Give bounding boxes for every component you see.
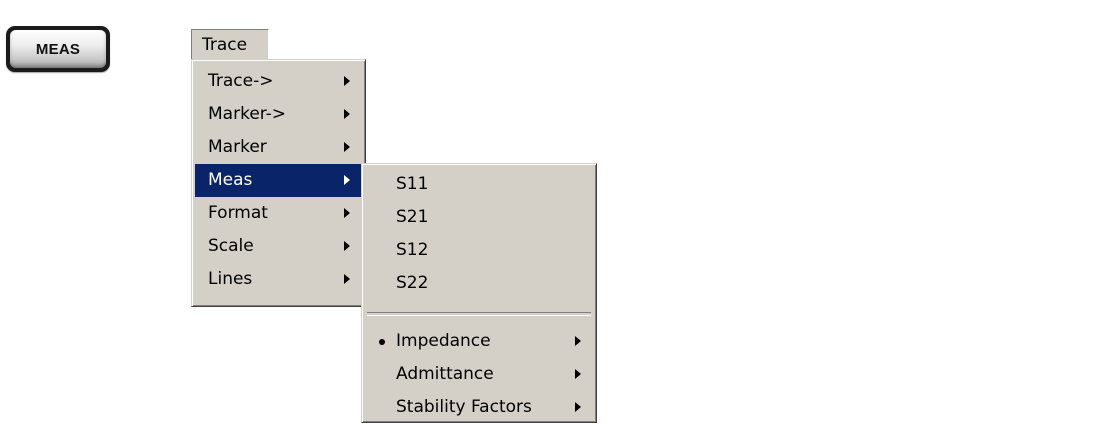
submenu-arrow-icon [344,175,350,185]
menu-item-label: S21 [396,207,429,227]
menu-item-label: S22 [396,273,429,293]
menu-item-label: Scale [208,236,254,256]
meas-hardkey-label: MEAS [10,30,106,68]
menu-item-impedance[interactable]: Impedance [365,325,593,358]
menu-item-label: Lines [208,269,253,289]
menu-item-lines[interactable]: Lines [195,263,362,296]
menu-item-label: Admittance [396,364,494,384]
menu-item-format[interactable]: Format [195,197,362,230]
menubar-trace[interactable]: Trace [191,29,269,59]
trace-menu: Trace-> Marker-> Marker Meas Format Scal… [191,59,366,307]
menu-item-s22[interactable]: S22 [365,267,593,300]
menu-item-label: Trace-> [208,71,274,91]
menu-item-label: Marker [208,137,267,157]
menu-item-marker-to[interactable]: Marker-> [195,98,362,131]
menu-item-s12[interactable]: S12 [365,234,593,267]
menu-item-marker[interactable]: Marker [195,131,362,164]
submenu-arrow-icon [575,369,581,379]
menu-item-meas[interactable]: Meas [195,164,362,197]
submenu-arrow-icon [344,241,350,251]
menu-item-label: Stability Factors [396,397,532,417]
menu-item-s11[interactable]: S11 [365,168,593,201]
radio-bullet-icon [379,339,385,345]
menu-item-label: S11 [396,174,429,194]
menu-item-label: Impedance [396,331,491,351]
menu-item-scale[interactable]: Scale [195,230,362,263]
submenu-arrow-icon [575,402,581,412]
menu-separator [367,312,591,316]
menu-item-label: Format [208,203,268,223]
meas-submenu: S11 S21 S12 S22 Impedance Admittance Sta… [361,163,597,423]
menu-item-label: Marker-> [208,104,287,124]
menu-item-label: S12 [396,240,429,260]
menu-item-label: Meas [208,170,253,190]
menu-item-s21[interactable]: S21 [365,201,593,234]
submenu-arrow-icon [344,76,350,86]
submenu-arrow-icon [344,208,350,218]
submenu-arrow-icon [344,274,350,284]
meas-hardkey-button[interactable]: MEAS [6,26,110,72]
menu-item-trace-to[interactable]: Trace-> [195,65,362,98]
submenu-arrow-icon [575,336,581,346]
menu-item-admittance[interactable]: Admittance [365,358,593,391]
submenu-arrow-icon [344,109,350,119]
submenu-arrow-icon [344,142,350,152]
menu-item-stability-factors[interactable]: Stability Factors [365,391,593,424]
